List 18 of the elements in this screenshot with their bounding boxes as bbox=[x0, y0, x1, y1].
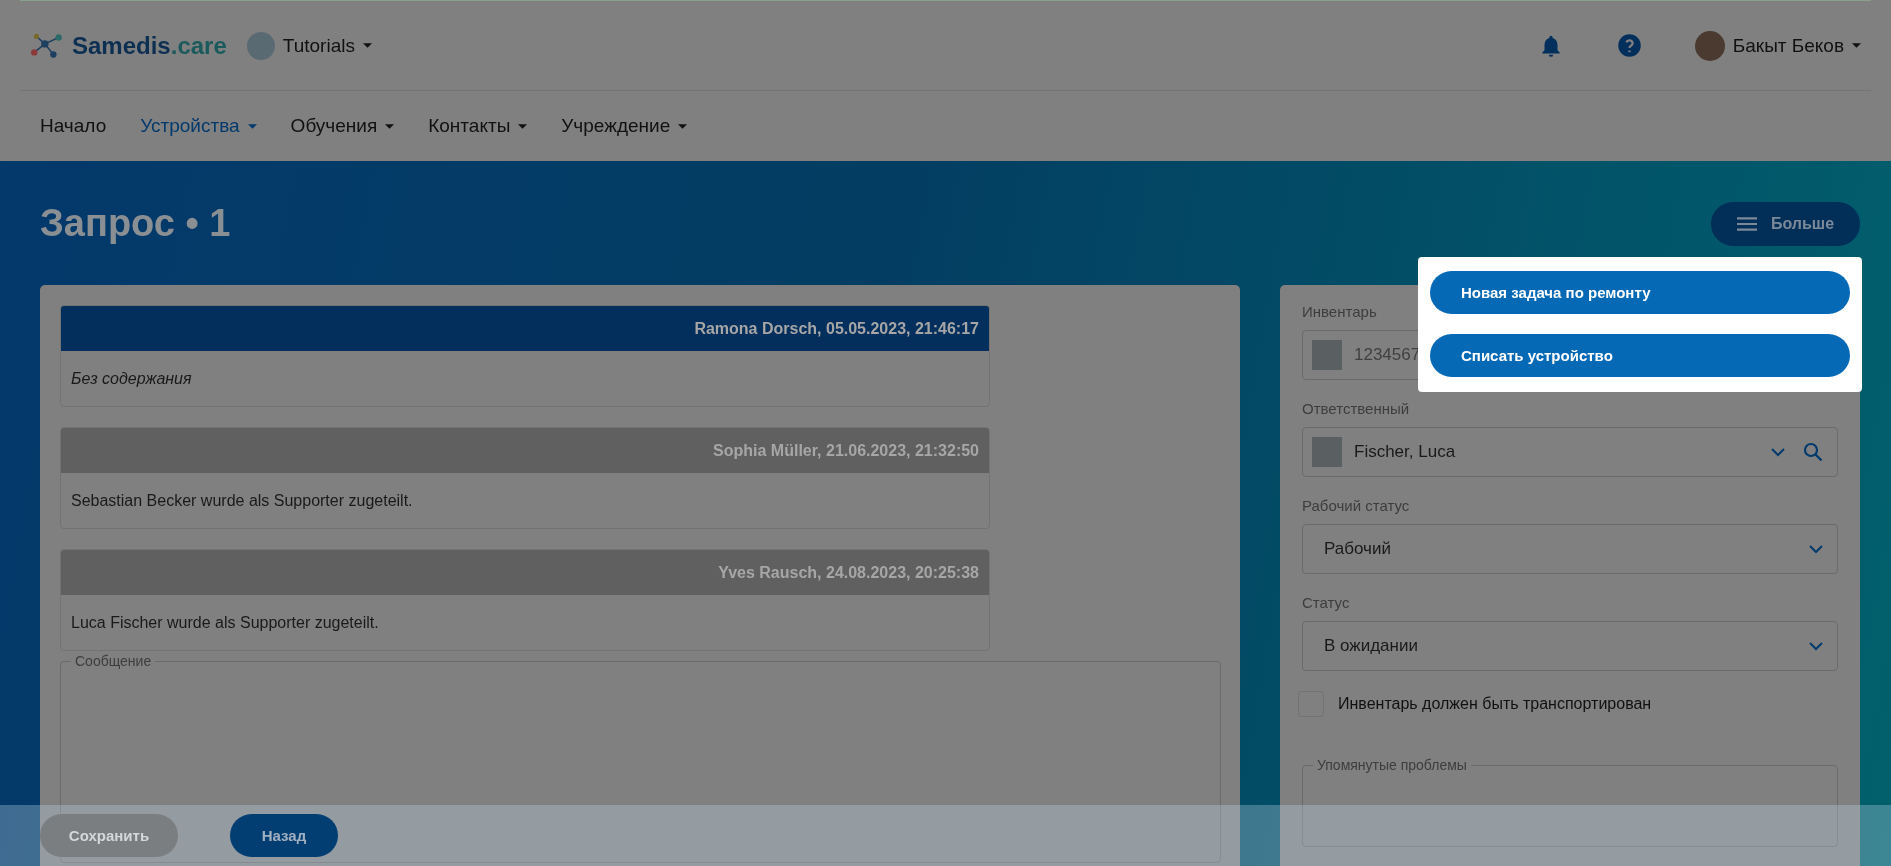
checkbox-label: Инвентарь должен быть транспортирован bbox=[1338, 695, 1652, 713]
field-label: Рабочий статус bbox=[1302, 497, 1411, 514]
message-text: Без содержания bbox=[71, 369, 192, 388]
message-text: Sebastian Becker wurde als Supporter zugeteilt. bbox=[71, 491, 413, 510]
field-label: Упомянутые проблемы bbox=[1316, 757, 1468, 773]
field-value: Fischer, Luca bbox=[1354, 442, 1456, 462]
field-value: В ожидании bbox=[1323, 636, 1418, 656]
page-title: Запрос • 1 bbox=[40, 201, 231, 245]
message-meta: Ramona Dorsch, 05.05.2023, 21:46:17 bbox=[694, 319, 979, 338]
field-label: Сообщение bbox=[74, 653, 153, 669]
message-meta: Sophia Müller, 21.06.2023, 21:32:50 bbox=[713, 441, 979, 460]
field-value: Рабочий bbox=[1323, 539, 1391, 559]
message-text: Luca Fischer wurde als Supporter zugeteilt. bbox=[71, 613, 379, 632]
field-label: Инвентарь bbox=[1302, 303, 1378, 320]
message-meta: Yves Rausch, 24.08.2023, 20:25:38 bbox=[718, 563, 979, 582]
field-value: 1234567 bbox=[1354, 345, 1421, 365]
field-label: Статус bbox=[1302, 594, 1351, 611]
field-label: Ответственный bbox=[1302, 400, 1411, 417]
